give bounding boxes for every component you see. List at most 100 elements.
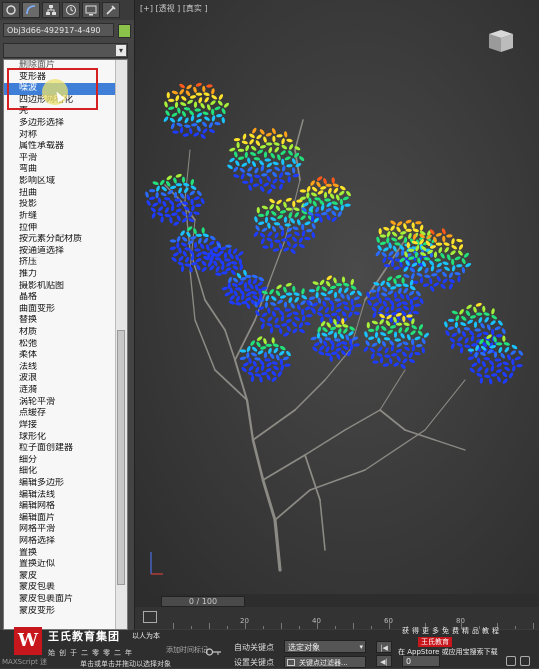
modifier-list-item[interactable]: 多边形选择 (4, 118, 117, 130)
perspective-viewport[interactable]: [+] [透视 ] [真实 ] (135, 0, 539, 602)
time-slider-handle[interactable]: 0 / 100 (161, 596, 245, 607)
display-tab[interactable] (82, 2, 100, 18)
leaf (469, 367, 475, 373)
track-bar-icon[interactable] (143, 611, 157, 623)
leaf (170, 204, 175, 212)
go-to-start-button[interactable]: |◀ (376, 641, 392, 653)
leaf (311, 232, 315, 239)
modifier-list-item[interactable]: 松弛 (4, 339, 117, 351)
maxscript-listener[interactable]: MAXScript 迷 (2, 657, 47, 667)
leaf (408, 232, 412, 239)
leaf (273, 365, 279, 371)
modifier-list-item[interactable]: 替换 (4, 315, 117, 327)
modifier-list-item[interactable]: 投影 (4, 199, 117, 211)
modifier-list-item[interactable]: 点缓存 (4, 408, 117, 420)
modifier-list-item[interactable]: 删除面片 (4, 60, 117, 72)
hierarchy-tab[interactable] (42, 2, 60, 18)
leaf (254, 216, 258, 223)
modifier-list-dropdown[interactable]: ▾ (3, 43, 128, 58)
modifier-list-item[interactable]: 对称 (4, 130, 117, 142)
modifier-list-item[interactable]: 壳 (4, 106, 117, 118)
create-tab[interactable] (2, 2, 20, 18)
leaf (320, 292, 327, 297)
auto-key-button[interactable]: 自动关键点 (234, 642, 274, 653)
time-slider[interactable]: 0 / 100 (135, 594, 539, 607)
modifier-list-item[interactable]: 编辑法线 (4, 490, 117, 502)
modify-tab[interactable] (22, 2, 40, 18)
leaf (451, 265, 456, 272)
modifier-list-item[interactable]: 推力 (4, 269, 117, 281)
selection-set-dropdown[interactable]: 选定对象 ▾ (284, 640, 366, 653)
leaf (286, 240, 291, 247)
modifier-list-item[interactable]: 法线 (4, 362, 117, 374)
modifier-list-item[interactable]: 按通道选择 (4, 246, 117, 258)
modifier-list-item[interactable]: 置换 (4, 548, 117, 560)
modifier-list-item[interactable]: 扭曲 (4, 188, 117, 200)
modifier-list-item[interactable]: 置换近似 (4, 559, 117, 571)
modifier-list-item[interactable]: 网格选择 (4, 536, 117, 548)
viewcube-icon[interactable] (483, 26, 517, 54)
modifier-list-item[interactable]: 柔体 (4, 350, 117, 362)
modifier-list-item[interactable]: 编辑多边形 (4, 478, 117, 490)
scrollbar-thumb[interactable] (117, 330, 125, 585)
tree-model[interactable] (135, 0, 539, 602)
previous-frame-button[interactable]: ◀| (376, 655, 392, 667)
create-icon (6, 5, 16, 15)
leaf (333, 187, 339, 194)
modifier-list-item[interactable]: 影响区域 (4, 176, 117, 188)
modifier-list-item[interactable]: 弯曲 (4, 164, 117, 176)
modifier-list-item[interactable]: 挤压 (4, 257, 117, 269)
modifier-list-item[interactable]: 拉伸 (4, 223, 117, 235)
leaf (394, 338, 401, 342)
modifier-list-item[interactable]: 网格平滑 (4, 524, 117, 536)
leaf (194, 108, 201, 112)
leaf (204, 116, 210, 121)
motion-tab[interactable] (62, 2, 80, 18)
modifier-list-item[interactable]: 变形器 (4, 72, 117, 84)
object-name-field[interactable]: Obj3d66-492917-4-490 (3, 23, 114, 37)
modifier-list-item[interactable]: 材质 (4, 327, 117, 339)
modifier-list-item[interactable]: 涡轮平滑 (4, 397, 117, 409)
zoom-icon[interactable] (506, 656, 516, 666)
modifier-list-item[interactable]: 波浪 (4, 373, 117, 385)
modifier-list-item[interactable]: 蒙皮变形 (4, 606, 117, 618)
modifier-list-item[interactable]: 细分 (4, 455, 117, 467)
key-filters-button[interactable]: 关键点过滤器... (284, 656, 366, 668)
leaf (460, 322, 467, 327)
utilities-tab[interactable] (102, 2, 120, 18)
modifier-list-item[interactable]: 粒子面创建器 (4, 443, 117, 455)
leaf (348, 331, 354, 336)
modifier-list-item[interactable]: 曲面变形 (4, 304, 117, 316)
leaf (180, 193, 185, 199)
modifier-list-item[interactable]: 涟漪 (4, 385, 117, 397)
pan-icon[interactable] (520, 656, 530, 666)
leaf (179, 127, 184, 134)
add-time-tag-button[interactable]: 添加时间标记 (166, 645, 208, 655)
modifier-list-item[interactable]: 编辑网格 (4, 501, 117, 513)
modifier-list-popup[interactable]: 删除面片 变形器 噪波 四边形网格化壳多边形选择 对称 属性承载器 平滑 弯曲 影响区域 扭曲 投影… (3, 59, 128, 630)
modifier-list-item[interactable]: 晶格 (4, 292, 117, 304)
set-key-button[interactable]: 设置关键点 (234, 657, 274, 668)
leaf (240, 173, 245, 180)
modifier-list-item[interactable]: 属性承载器 (4, 141, 117, 153)
leaf (233, 137, 241, 142)
key-icon[interactable] (206, 648, 222, 656)
modifier-list-item[interactable]: 编辑面片 (4, 513, 117, 525)
timeline-tick (227, 626, 228, 629)
modifier-list-item[interactable]: 球形化 (4, 432, 117, 444)
modifier-list-item[interactable]: 按元素分配材质 (4, 234, 117, 246)
modifier-list-scrollbar[interactable] (115, 60, 127, 629)
modifier-list-item[interactable]: 蒙皮 (4, 571, 117, 583)
leaf (355, 303, 362, 308)
modifier-list-item[interactable]: 平滑 (4, 153, 117, 165)
chevron-down-icon[interactable]: ▾ (116, 45, 126, 56)
modifier-list-item[interactable]: 蒙皮包裹面片 (4, 594, 117, 606)
modifier-list-item[interactable]: 摄影机贴图 (4, 281, 117, 293)
leaf (490, 320, 496, 326)
modifier-list-item[interactable]: 蒙皮包裹 (4, 582, 117, 594)
leaf (408, 290, 415, 296)
modifier-list-item[interactable]: 焊接 (4, 420, 117, 432)
modifier-list-item[interactable]: 细化 (4, 466, 117, 478)
object-color-swatch[interactable] (118, 24, 131, 38)
modifier-list-item[interactable]: 折缝 (4, 211, 117, 223)
